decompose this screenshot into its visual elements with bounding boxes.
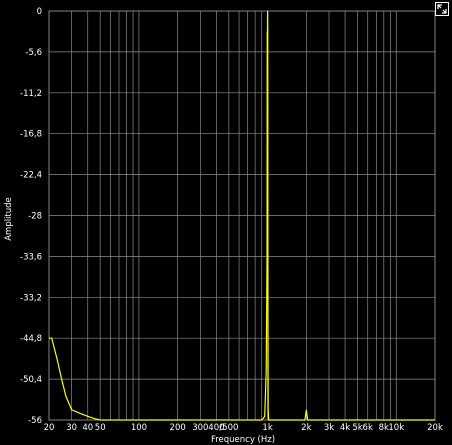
x-tick-label: /500 <box>219 423 238 433</box>
y-tick-label: -5,6 <box>25 48 42 58</box>
x-tick-label: 1k <box>262 423 272 433</box>
x-tick-label: 2k <box>301 423 311 433</box>
y-tick-label: -56 <box>28 416 42 426</box>
expand-corner-icon <box>437 4 447 14</box>
x-tick-label: 6k <box>363 423 373 433</box>
x-tick-label: 300 <box>192 423 208 433</box>
y-axis-label: Amplitude <box>4 197 14 241</box>
x-tick-label: 40 <box>82 423 93 433</box>
x-tick-label: 10k <box>388 423 404 433</box>
spectrum-plot: 0 -5,6 -11,2 -16,8 -22,4 -28 -33,6 -33,2 -44,8 -5… <box>0 0 452 445</box>
y-tick-label: -44,8 <box>20 334 42 344</box>
y-tick-label: 0 <box>37 7 42 17</box>
x-tick-label: 4k <box>340 423 350 433</box>
x-axis-label: Frequency (Hz) <box>211 435 275 445</box>
x-tick-label: 100 <box>131 423 147 433</box>
y-tick-label: -33,6 <box>20 252 42 262</box>
x-tick-label: 20k <box>427 423 443 433</box>
x-tick-label: 3k <box>324 423 334 433</box>
y-tick-label: -16,8 <box>20 130 42 140</box>
y-tick-label: -28 <box>28 212 42 222</box>
x-tick-label: 5k <box>352 423 362 433</box>
plot-background <box>0 0 452 445</box>
x-tick-label: 200 <box>170 423 186 433</box>
expand-button[interactable] <box>435 2 449 16</box>
x-tick-label: 20 <box>44 423 55 433</box>
y-tick-label: -11,2 <box>20 89 42 99</box>
y-tick-label: -22,4 <box>20 171 42 181</box>
y-tick-label: -50,4 <box>20 375 42 385</box>
x-tick-label: 50 <box>95 423 106 433</box>
y-tick-label: -33,2 <box>20 293 42 303</box>
x-tick-label: 30 <box>66 423 77 433</box>
